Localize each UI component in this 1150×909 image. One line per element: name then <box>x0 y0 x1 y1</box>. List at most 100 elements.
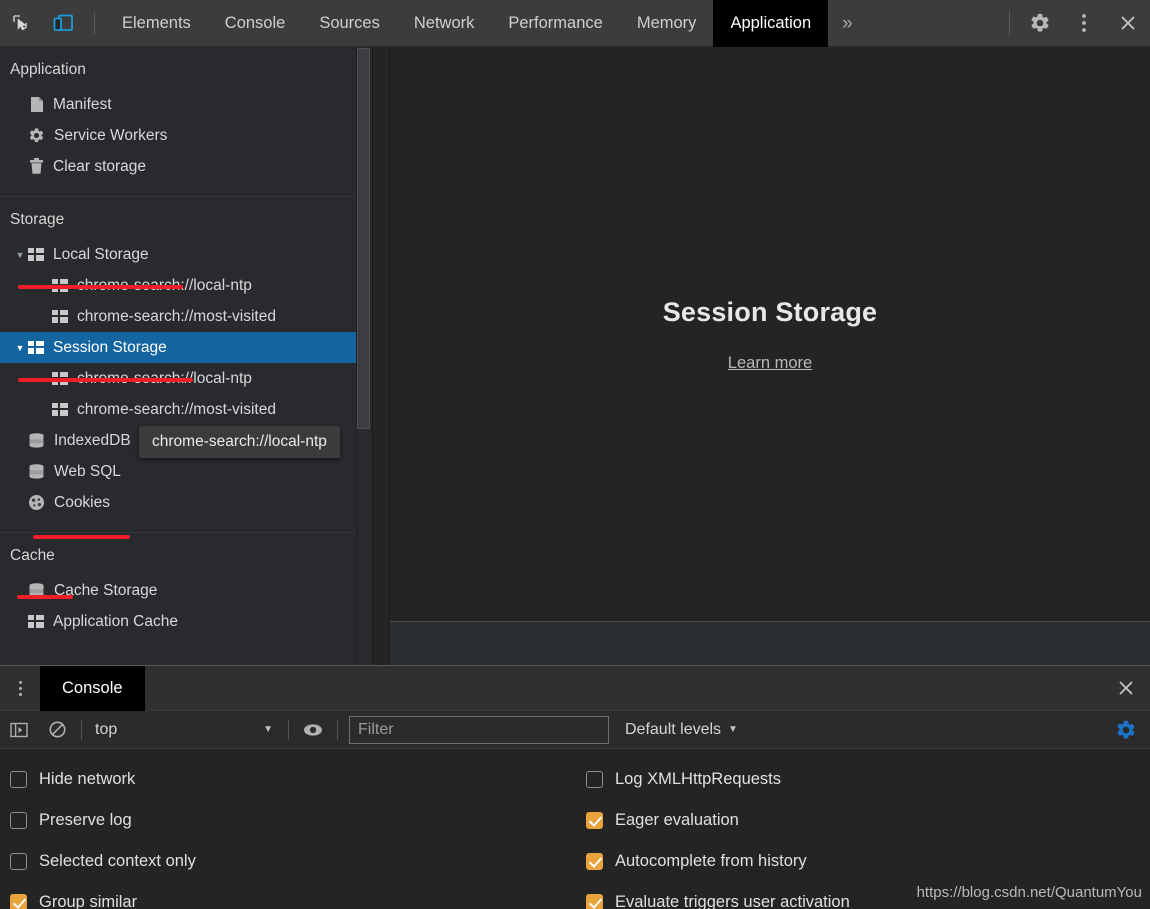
filter-input[interactable] <box>349 715 609 744</box>
toolbar-divider-right <box>1009 11 1010 35</box>
setting-label: Preserve log <box>39 811 132 829</box>
checkbox[interactable] <box>10 894 27 909</box>
tab-network[interactable]: Network <box>397 0 492 47</box>
annotation-underline-local-storage <box>18 285 183 289</box>
execution-context-value: top <box>95 720 118 738</box>
annotation-underline-cookies <box>33 535 130 539</box>
console-toolbar: top ▼ Default levels ▼ <box>0 711 1150 749</box>
checkbox[interactable] <box>10 853 27 870</box>
tab-console[interactable]: Console <box>208 0 303 47</box>
checkbox[interactable] <box>586 894 603 909</box>
sidebar-item-local-storage-most-visited[interactable]: chrome-search://most-visited <box>0 301 372 332</box>
checkbox[interactable] <box>586 853 603 870</box>
sidebar-item-label: Application Cache <box>53 612 178 630</box>
table-icon <box>28 341 44 354</box>
setting-autocomplete-from-history[interactable]: Autocomplete from history <box>586 841 850 882</box>
drawer-tab-console[interactable]: Console <box>40 665 145 711</box>
sidebar-item-label: chrome-search://most-visited <box>77 400 276 418</box>
close-icon[interactable] <box>1106 0 1150 47</box>
kebab-menu-icon[interactable] <box>0 666 40 711</box>
setting-preserve-log[interactable]: Preserve log <box>10 800 196 841</box>
devtools-main-toolbar: Elements Console Sources Network Perform… <box>0 0 1150 47</box>
drawer-tabbar: Console <box>0 665 1150 711</box>
more-tabs-icon[interactable]: » <box>828 0 867 47</box>
checkbox[interactable] <box>586 771 603 788</box>
sidebar-item-manifest[interactable]: Manifest <box>0 89 372 120</box>
annotation-underline-cache <box>17 595 73 599</box>
console-settings-gear-icon[interactable] <box>1102 711 1150 749</box>
setting-hide-network[interactable]: Hide network <box>10 759 196 800</box>
application-sidebar: Application Manifest Service Workers Cle… <box>0 47 372 665</box>
tab-application[interactable]: Application <box>713 0 829 47</box>
sidebar-item-label: Session Storage <box>53 338 167 356</box>
setting-selected-context-only[interactable]: Selected context only <box>10 841 196 882</box>
sidebar-item-clear-storage[interactable]: Clear storage <box>0 151 372 182</box>
chevron-down-icon[interactable]: ▼ <box>12 250 28 260</box>
device-toolbar-icon[interactable] <box>42 0 84 47</box>
setting-label: Eager evaluation <box>615 811 739 829</box>
inspect-cursor-icon[interactable] <box>0 0 42 47</box>
panel-footer-bar <box>390 621 1150 665</box>
sidebar-item-label: Manifest <box>53 95 112 113</box>
setting-eager-evaluation[interactable]: Eager evaluation <box>586 800 850 841</box>
sidebar-item-label: Web SQL <box>54 462 121 480</box>
checkbox[interactable] <box>10 812 27 829</box>
sidebar-section-cache-title: Cache <box>10 547 55 564</box>
log-levels-value: Default levels <box>625 720 722 738</box>
tab-performance[interactable]: Performance <box>491 0 619 47</box>
trash-icon <box>29 158 44 175</box>
log-levels-selector[interactable]: Default levels ▼ <box>625 721 738 739</box>
sidebar-scrollbar-track[interactable] <box>356 47 372 665</box>
setting-label: Evaluate triggers user activation <box>615 893 850 909</box>
tab-memory[interactable]: Memory <box>620 0 714 47</box>
setting-label: Selected context only <box>39 852 196 870</box>
sidebar-item-web-sql[interactable]: Web SQL <box>0 456 372 487</box>
sidebar-item-service-workers[interactable]: Service Workers <box>0 120 372 151</box>
setting-evaluate-triggers-user-activation[interactable]: Evaluate triggers user activation <box>586 882 850 909</box>
console-toolbar-divider-1 <box>81 719 82 740</box>
close-icon[interactable] <box>1102 666 1150 711</box>
checkbox[interactable] <box>586 812 603 829</box>
tab-elements[interactable]: Elements <box>105 0 208 47</box>
session-storage-panel: Session Storage Learn more <box>390 47 1150 665</box>
chevron-down-icon: ▼ <box>728 724 738 735</box>
sidebar-scrollbar-thumb[interactable] <box>357 48 370 429</box>
table-icon <box>28 248 44 261</box>
setting-group-similar[interactable]: Group similar <box>10 882 196 909</box>
clear-console-icon[interactable] <box>38 711 76 749</box>
learn-more-link[interactable]: Learn more <box>728 354 812 373</box>
kebab-menu-icon[interactable] <box>1062 0 1106 47</box>
gear-icon <box>28 127 45 144</box>
console-settings-column-left: Hide network Preserve log Selected conte… <box>10 759 196 909</box>
sidebar-item-session-storage[interactable]: ▼ Session Storage <box>0 332 372 363</box>
panel-splitter[interactable] <box>372 47 390 665</box>
sidebar-item-label: chrome-search://most-visited <box>77 307 276 325</box>
page-title: Session Storage <box>662 296 878 327</box>
sidebar-item-label: Clear storage <box>53 157 147 175</box>
sidebar-item-label: Service Workers <box>54 126 168 144</box>
sidebar-item-cache-storage[interactable]: Cache Storage <box>0 575 372 606</box>
show-console-sidebar-icon[interactable] <box>0 711 38 749</box>
gear-icon[interactable] <box>1018 0 1062 47</box>
cookie-icon <box>28 494 45 511</box>
setting-log-xmlhttprequests[interactable]: Log XMLHttpRequests <box>586 759 850 800</box>
sidebar-item-application-cache[interactable]: Application Cache <box>0 606 372 637</box>
sidebar-item-label: Local Storage <box>53 245 149 263</box>
live-expression-icon[interactable] <box>294 711 332 749</box>
console-drawer: Console top ▼ Filter Default levels ▼ Hi… <box>0 665 1150 909</box>
panel-workarea: Application Manifest Service Workers Cle… <box>0 47 1150 665</box>
database-icon <box>28 433 45 448</box>
table-icon <box>28 615 44 628</box>
sidebar-item-local-storage[interactable]: ▼ Local Storage <box>0 239 372 270</box>
chevron-down-icon[interactable]: ▼ <box>12 343 28 353</box>
sidebar-item-cookies[interactable]: Cookies <box>0 487 372 518</box>
panel-tabs: Elements Console Sources Network Perform… <box>105 0 829 47</box>
database-icon <box>28 464 45 479</box>
table-icon <box>52 310 68 323</box>
execution-context-selector[interactable]: top ▼ <box>87 717 283 743</box>
chevron-down-icon: ▼ <box>263 724 273 735</box>
tab-sources[interactable]: Sources <box>302 0 397 47</box>
setting-label: Group similar <box>39 893 138 909</box>
sidebar-item-session-storage-most-visited[interactable]: chrome-search://most-visited <box>0 394 372 425</box>
checkbox[interactable] <box>10 771 27 788</box>
